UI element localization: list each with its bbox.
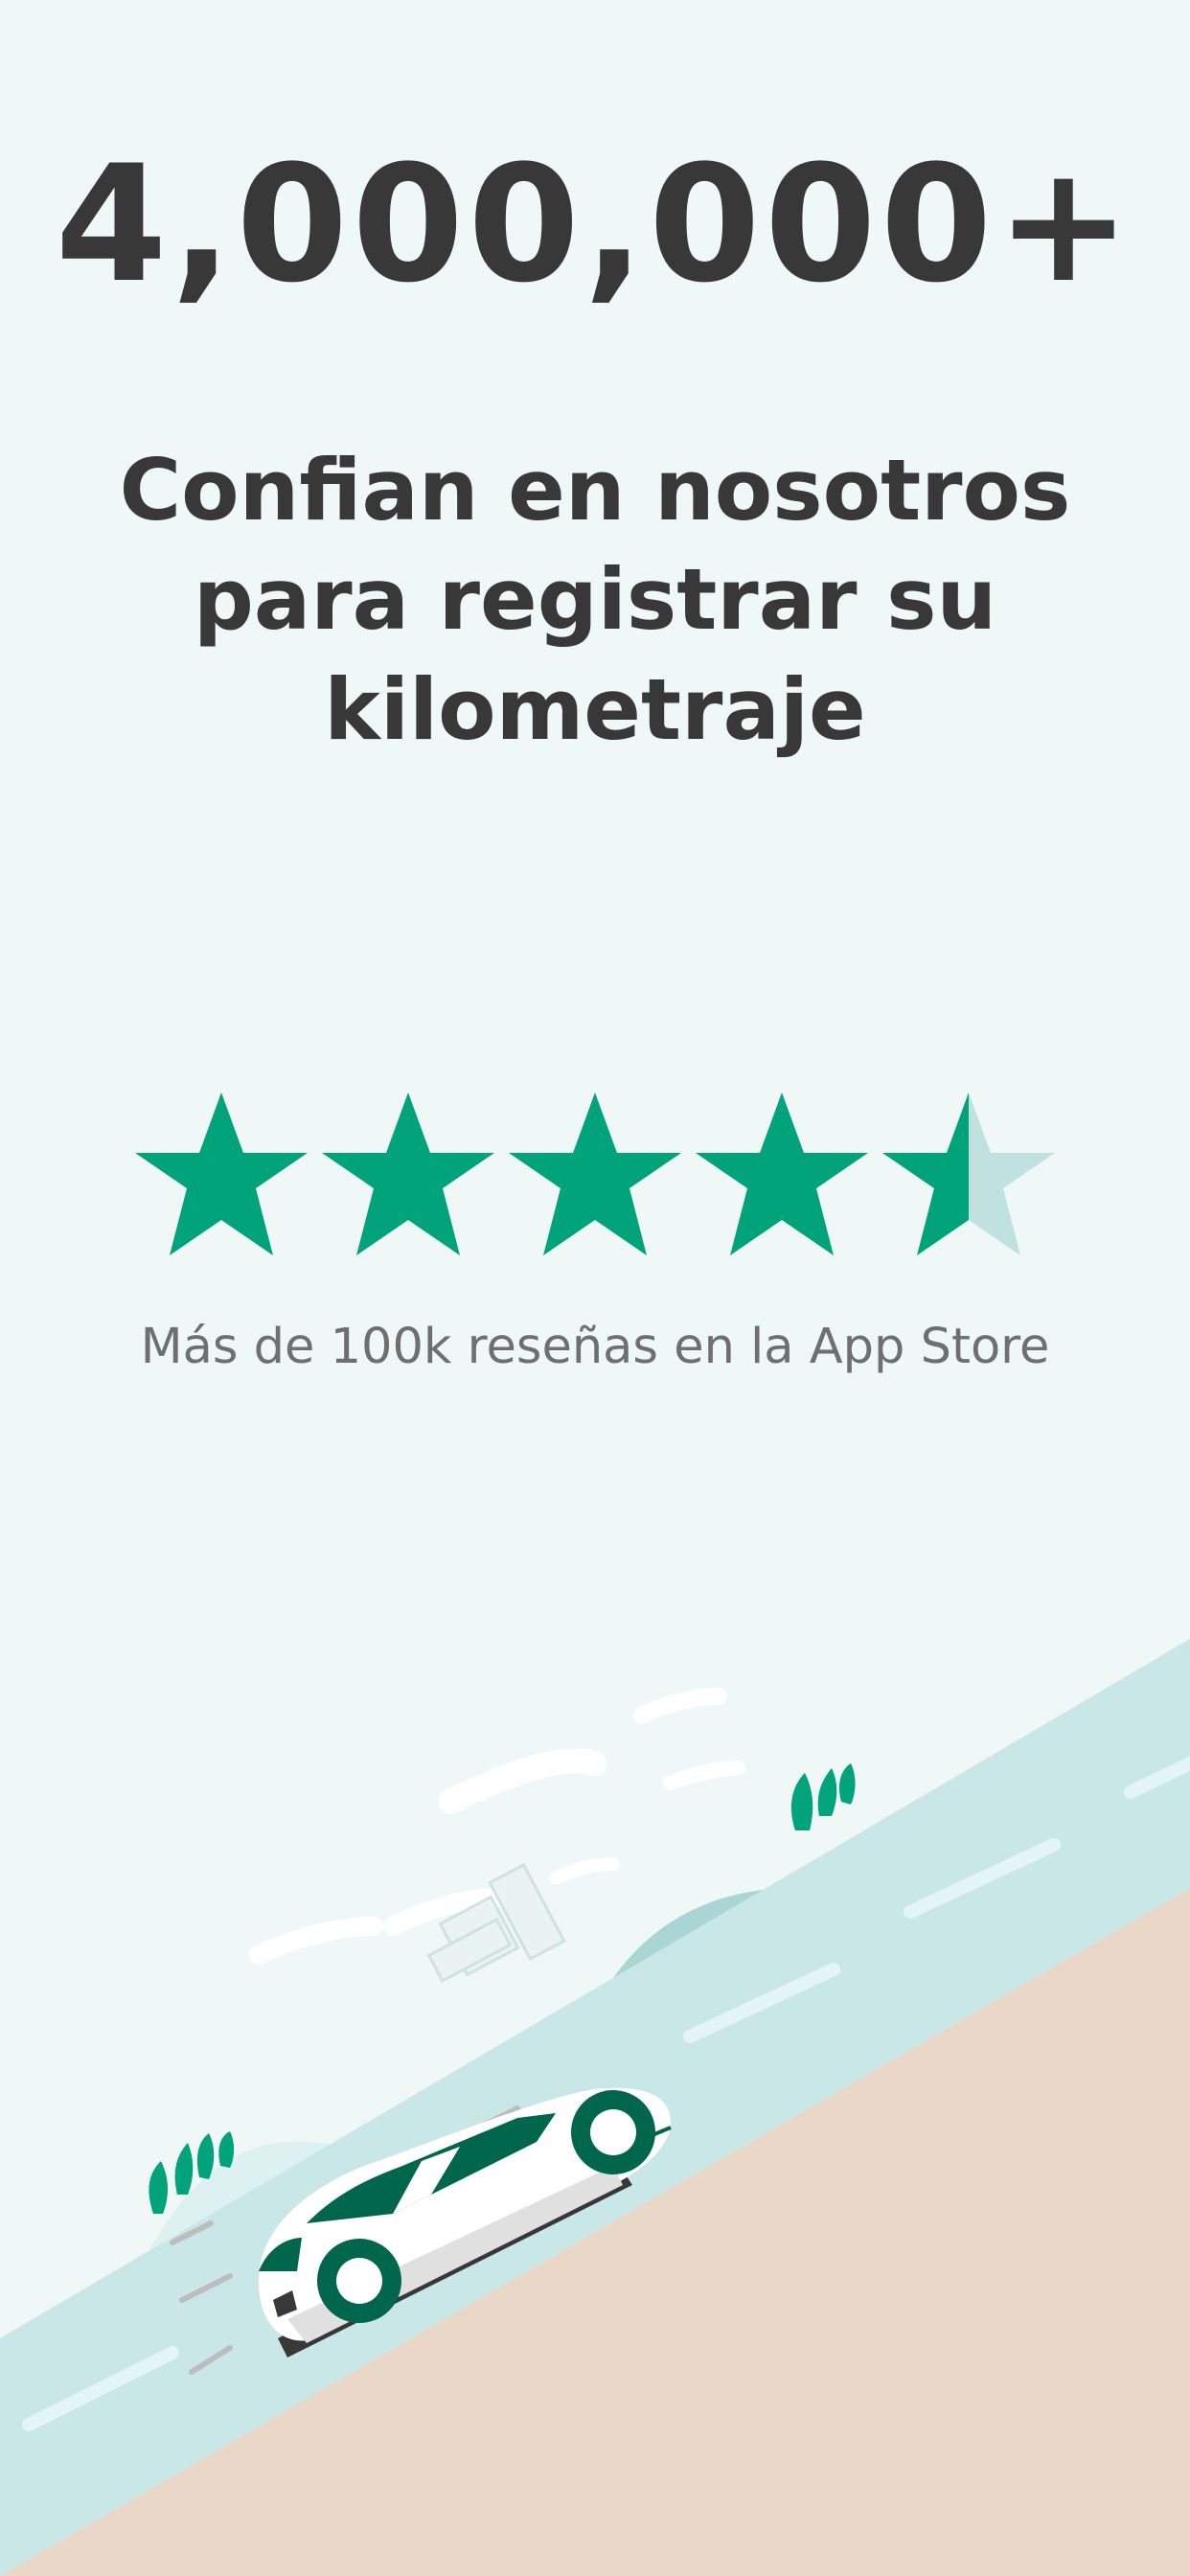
- app-store-reviews-text: Más de 100k reseñas en la App Store: [140, 1319, 1050, 1375]
- star-icon-3: [509, 1092, 681, 1255]
- star-icon-2: [322, 1092, 494, 1255]
- star-rating: [135, 1092, 1055, 1255]
- city-buildings: [426, 1862, 566, 1984]
- users-count-headline: 4,000,000+: [55, 130, 1135, 318]
- trust-subtitle: Confian en nosotros para registrar su ki…: [119, 441, 1071, 759]
- car-on-road-illustration: [0, 1639, 1190, 2576]
- star-icon-4: [696, 1092, 868, 1255]
- star-icon-half: [882, 1092, 1055, 1255]
- plants-right: [790, 1763, 856, 1830]
- star-icon-1: [135, 1092, 308, 1255]
- onboarding-screen: 4,000,000+ Confian en nosotros para regi…: [0, 0, 1190, 2576]
